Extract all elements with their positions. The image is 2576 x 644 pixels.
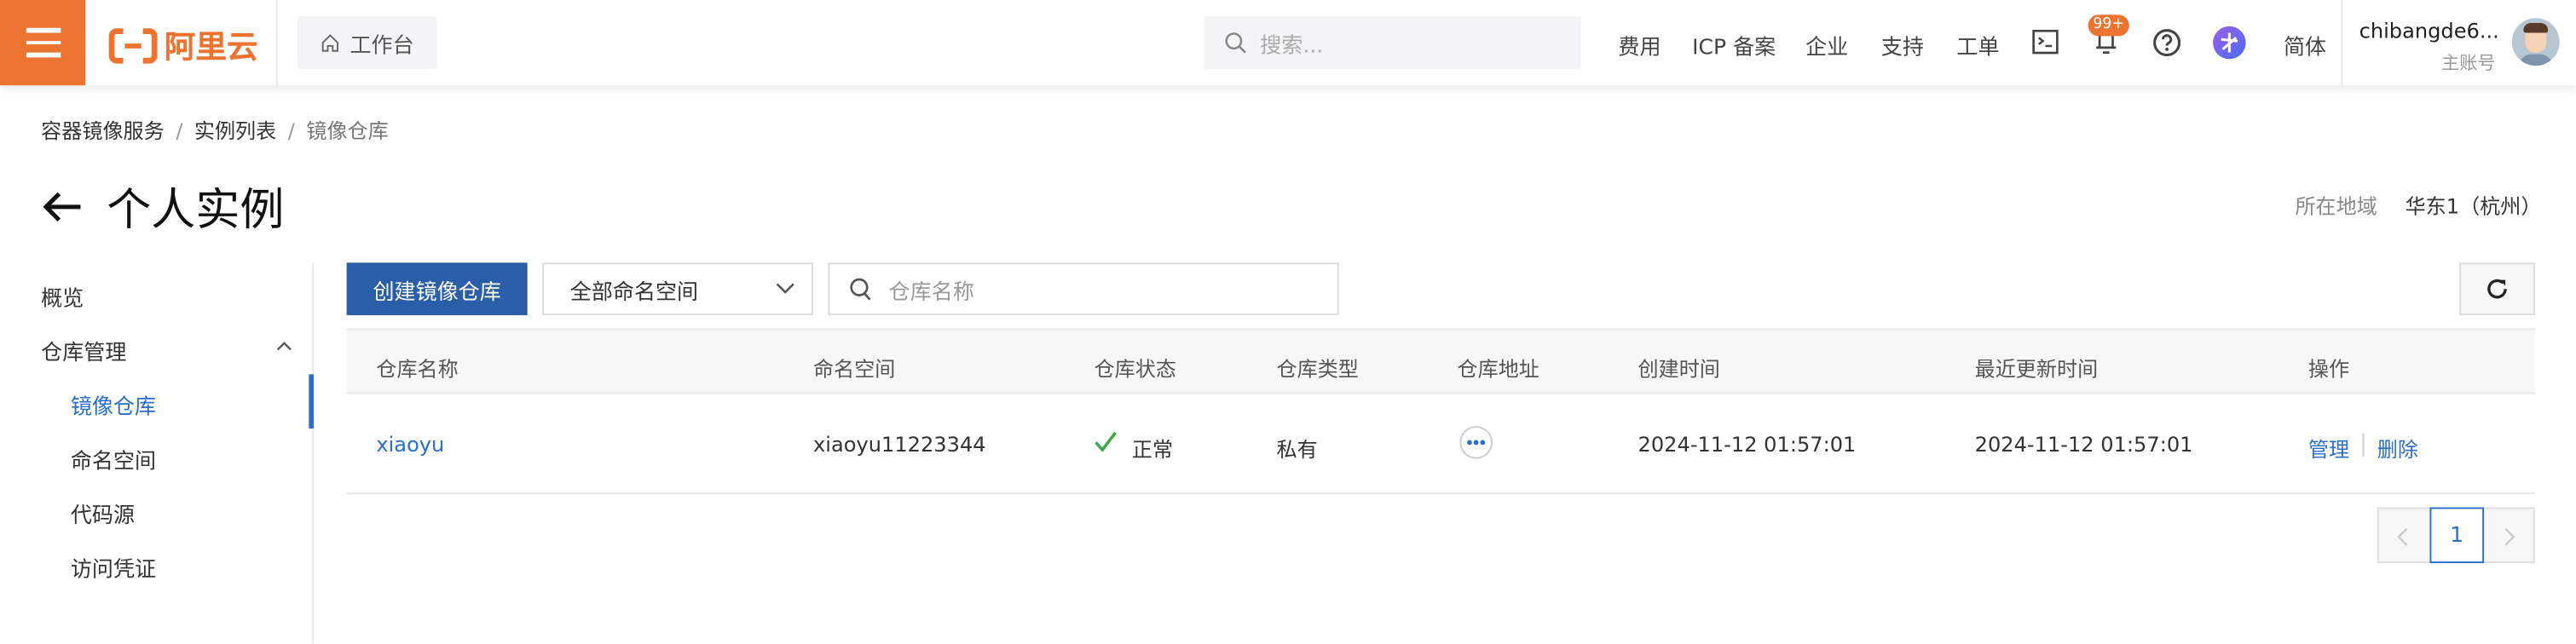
sidebar-item-overview[interactable]: 概览 (41, 281, 84, 312)
breadcrumb: 容器镜像服务 / 实例列表 / 镜像仓库 (41, 118, 389, 143)
type-cell: 私有 (1276, 436, 1318, 462)
back-arrow-icon[interactable] (41, 190, 84, 223)
created-cell: 2024-11-12 01:57:01 (1637, 431, 1857, 457)
create-repository-button[interactable]: 创建镜像仓库 (346, 262, 528, 316)
prev-page-icon[interactable] (2395, 527, 2411, 547)
nav-support[interactable]: 支持 (1881, 30, 1924, 60)
action-divider (2362, 433, 2365, 457)
col-status: 仓库状态 (1094, 356, 1176, 382)
ai-assistant-icon[interactable] (2213, 26, 2246, 60)
avatar[interactable] (2511, 18, 2560, 66)
search-icon (850, 277, 871, 300)
divider (2341, 0, 2343, 86)
delete-link[interactable]: 删除 (2377, 432, 2418, 463)
active-indicator (309, 374, 315, 429)
top-bar: 阿里云 工作台 搜索... 费用 ICP 备案 企业 支持 工单 99+ 简体 … (0, 0, 2576, 86)
sidebar-item-code-sources[interactable]: 代码源 (71, 497, 135, 529)
namespace-select[interactable]: 全部命名空间 (542, 262, 814, 316)
user-name[interactable]: chibangde6... (2359, 18, 2499, 43)
check-icon (1095, 431, 1118, 452)
more-icon[interactable] (1458, 425, 1493, 459)
col-name: 仓库名称 (376, 356, 459, 382)
namespace-cell: xiaoyu11223344 (813, 431, 986, 457)
table-row: xiaoyu xiaoyu11223344 正常 私有 2024-11-12 0… (346, 394, 2535, 495)
updated-cell: 2024-11-12 01:57:01 (1974, 431, 2193, 457)
col-updated: 最近更新时间 (1974, 356, 2099, 382)
logo-mark-icon (108, 27, 158, 63)
divider (275, 0, 278, 86)
col-address: 仓库地址 (1457, 356, 1539, 382)
nav-enterprise[interactable]: 企业 (1805, 30, 1848, 60)
page-title-row: 个人实例 (41, 174, 284, 238)
repository-search-input[interactable]: 仓库名称 (828, 262, 1339, 316)
col-actions: 操作 (2307, 356, 2350, 382)
repository-name-link[interactable]: xiaoyu (376, 432, 444, 457)
refresh-icon (2487, 279, 2507, 299)
nav-tickets[interactable]: 工单 (1956, 30, 1999, 60)
terminal-icon[interactable] (2032, 29, 2059, 55)
next-page-icon[interactable] (2500, 527, 2516, 547)
nav-billing[interactable]: 费用 (1618, 30, 1661, 60)
refresh-button[interactable] (2459, 262, 2535, 316)
col-created: 创建时间 (1637, 356, 1720, 382)
sidebar-divider (312, 262, 315, 644)
manage-link[interactable]: 管理 (2308, 432, 2349, 463)
help-icon[interactable] (2152, 28, 2182, 58)
sidebar-item-repositories[interactable]: 镜像仓库 (71, 389, 156, 420)
region-label: 所在地域 (2295, 193, 2377, 219)
language-switch[interactable]: 简体 (2284, 30, 2326, 60)
breadcrumb-instances[interactable]: 实例列表 (194, 118, 276, 143)
workbench-button[interactable]: 工作台 (297, 16, 437, 69)
page-title: 个人实例 (107, 185, 285, 237)
breadcrumb-current: 镜像仓库 (306, 118, 389, 143)
home-icon (321, 34, 338, 52)
pagination: 1 (2377, 507, 2535, 564)
search-icon (1225, 32, 1246, 54)
page-1-button[interactable]: 1 (2429, 507, 2485, 564)
nav-icp[interactable]: ICP 备案 (1692, 30, 1776, 60)
sidebar-item-namespaces[interactable]: 命名空间 (71, 443, 156, 474)
sidebar-group-repo-management[interactable]: 仓库管理 (41, 335, 126, 366)
col-namespace: 命名空间 (813, 356, 896, 382)
menu-icon[interactable] (0, 0, 86, 86)
region-value[interactable]: 华东1（杭州） (2406, 189, 2542, 221)
global-search-input[interactable]: 搜索... (1204, 16, 1581, 69)
status-cell: 正常 (1131, 436, 1174, 462)
aliyun-logo[interactable]: 阿里云 (108, 23, 258, 67)
notification-badge: 99+ (2088, 14, 2129, 37)
breadcrumb-service[interactable]: 容器镜像服务 (41, 118, 165, 143)
chevron-down-icon (776, 283, 794, 294)
account-type: 主账号 (2440, 52, 2496, 74)
table-header: 仓库名称 命名空间 仓库状态 仓库类型 仓库地址 创建时间 最近更新时间 操作 (346, 328, 2535, 394)
col-type: 仓库类型 (1276, 356, 1359, 382)
sidebar-item-credentials[interactable]: 访问凭证 (71, 552, 156, 583)
chevron-up-icon[interactable] (276, 340, 292, 351)
